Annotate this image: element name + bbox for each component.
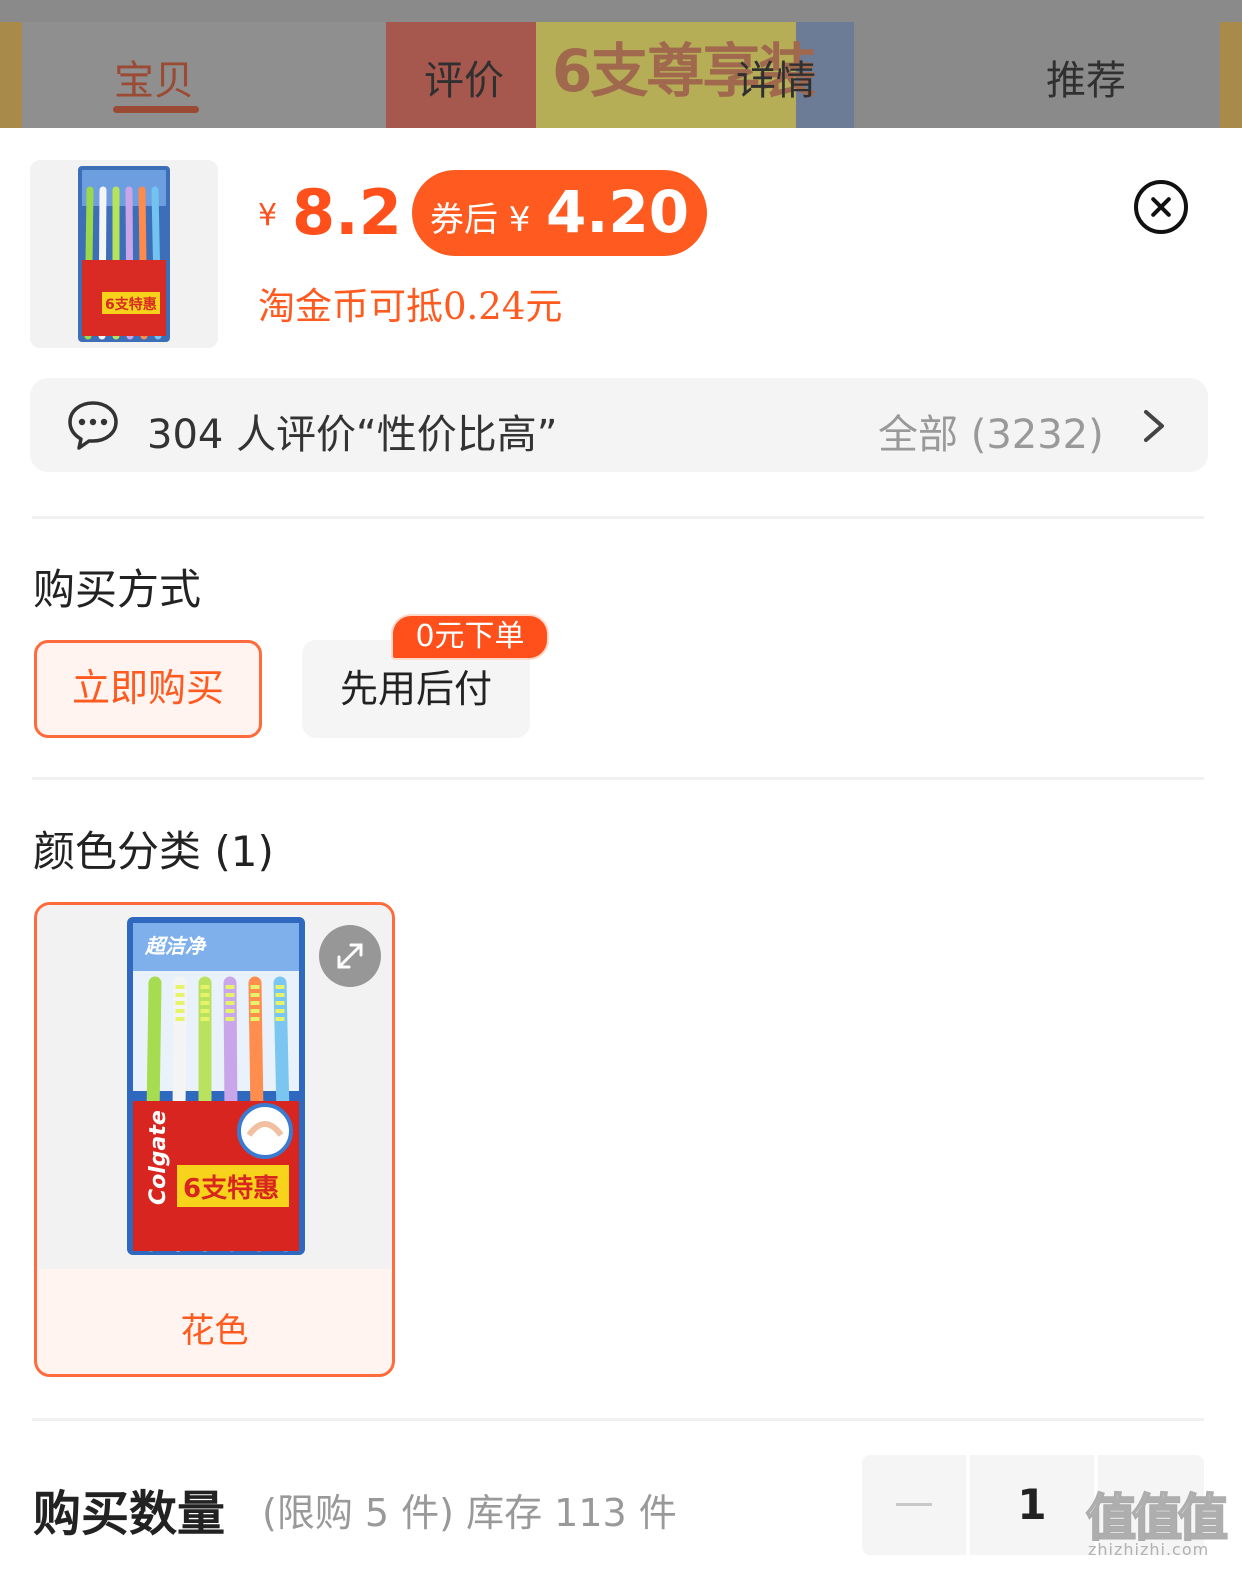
tab-active-indicator	[113, 106, 199, 113]
banner-edge-right	[1220, 22, 1242, 128]
toothbrush-pack-image: 6支特惠	[78, 166, 170, 342]
banner-edge-left	[0, 22, 22, 128]
site-watermark: 值值值 zhizhizhi.com	[1085, 1478, 1232, 1566]
quantity-limit-stock: (限购 5 件) 库存 113 件	[262, 1491, 677, 1535]
tab-tuijian[interactable]: 推荐	[1046, 48, 1126, 106]
section-divider	[32, 777, 1204, 780]
review-summary-bar[interactable]: 304 人评价“性价比高” 全部 (3232)	[30, 378, 1208, 472]
coupon-price-badge: 券后 ¥ 4.20	[412, 170, 707, 256]
pack-label: 6支特惠	[105, 296, 157, 313]
section-divider	[32, 1418, 1204, 1421]
quantity-decrease-button[interactable]	[862, 1455, 966, 1555]
chat-bubble-icon	[68, 401, 118, 450]
purchase-method-title: 购买方式	[33, 565, 202, 614]
quantity-title: 购买数量	[33, 1486, 226, 1542]
tab-xiangqing[interactable]: 详情	[736, 48, 816, 106]
sku-option-card[interactable]: 超洁净 6支特惠 Colgate 花色	[34, 902, 395, 1377]
zero-down-badge: 0元下单	[391, 614, 549, 660]
watermark-url: zhizhizhi.com	[1088, 1540, 1210, 1559]
chevron-right-icon	[1144, 410, 1164, 442]
banner-panel	[22, 22, 386, 128]
close-icon[interactable]	[1134, 180, 1188, 234]
sku-label: 花色	[180, 1311, 249, 1351]
coin-discount-note: 淘金币可抵0.24元	[258, 285, 563, 328]
review-summary-text: 304 人评价“性价比高”	[147, 412, 558, 458]
coupon-price: 4.20	[546, 178, 690, 246]
color-category-title: 颜色分类 (1)	[33, 827, 274, 876]
coupon-label: 券后 ¥	[430, 200, 531, 240]
review-all-link[interactable]: 全部 (3232)	[878, 402, 1104, 460]
expand-icon[interactable]	[319, 925, 381, 987]
buy-now-option[interactable]: 立即购买	[34, 640, 262, 738]
quantity-input[interactable]: 1	[970, 1455, 1094, 1555]
expand-arrows-glyph	[337, 943, 363, 969]
svg-text:超洁净: 超洁净	[144, 934, 207, 958]
tab-pingjia[interactable]: 评价	[424, 48, 504, 106]
top-tab-bar: 6支尊享装 宝贝 评价 详情 推荐	[0, 0, 1242, 128]
currency-symbol: ¥	[258, 198, 278, 233]
product-thumbnail[interactable]: 6支特惠	[30, 160, 218, 348]
section-divider	[32, 516, 1204, 519]
tab-baobei[interactable]: 宝贝	[114, 48, 194, 106]
product-price: 8.2	[292, 176, 402, 249]
brand-label: Colgate	[146, 1110, 171, 1205]
pack-label-large: 6支特惠	[183, 1173, 279, 1204]
